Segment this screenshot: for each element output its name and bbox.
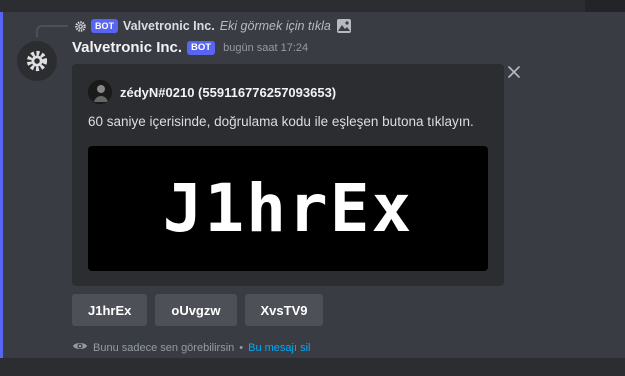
author-name[interactable]: Valvetronic Inc. (72, 39, 182, 56)
bot-tag: BOT (187, 40, 216, 55)
separator: • (239, 341, 244, 354)
ephemeral-notice: Bunu sadece sen görebilirsin • Bu mesajı… (72, 340, 310, 355)
gear-icon (74, 20, 86, 32)
embed: zédyN#0210 (559116776257093653) 60 saniy… (72, 64, 504, 286)
answer-buttons: J1hrEx oUvgzw XvsTV9 (72, 294, 324, 326)
bottom-bar (0, 358, 625, 376)
reply-reference[interactable]: BOT Valvetronic Inc. Eki görmek için tık… (74, 17, 352, 35)
dismiss-message-link[interactable]: Bu mesajı sil (248, 342, 310, 354)
embed-author-name: zédyN#0210 (559116776257093653) (120, 84, 337, 100)
embed-description: 60 saniye içerisinde, doğrulama kodu ile… (88, 114, 474, 129)
timestamp: bugün saat 17:24 (223, 41, 309, 54)
answer-button-2[interactable]: oUvgzw (155, 294, 237, 326)
top-bar (0, 0, 625, 12)
captcha-text: J1hrEx (162, 170, 414, 247)
reply-author[interactable]: Valvetronic Inc. (123, 19, 215, 33)
image-icon (336, 18, 352, 34)
top-bar-shade (585, 0, 625, 12)
close-icon[interactable] (505, 63, 523, 81)
embed-author-avatar (88, 80, 112, 104)
gear-icon (26, 50, 48, 72)
reply-text[interactable]: Eki görmek için tıkla (220, 19, 331, 33)
message-header: Valvetronic Inc. BOT bugün saat 17:24 (72, 39, 308, 56)
answer-button-1[interactable]: J1hrEx (72, 294, 148, 326)
reply-spine (36, 25, 68, 37)
answer-button-3[interactable]: XvsTV9 (244, 294, 324, 326)
embed-author: zédyN#0210 (559116776257093653) (88, 80, 336, 104)
highlight-accent-bar (0, 12, 3, 358)
ephemeral-note: Bunu sadece sen görebilirsin (93, 341, 235, 354)
eye-icon (72, 340, 88, 355)
reply-bot-tag: BOT (91, 19, 118, 33)
author-avatar[interactable] (17, 41, 57, 81)
captcha-image[interactable]: J1hrEx (88, 146, 488, 271)
